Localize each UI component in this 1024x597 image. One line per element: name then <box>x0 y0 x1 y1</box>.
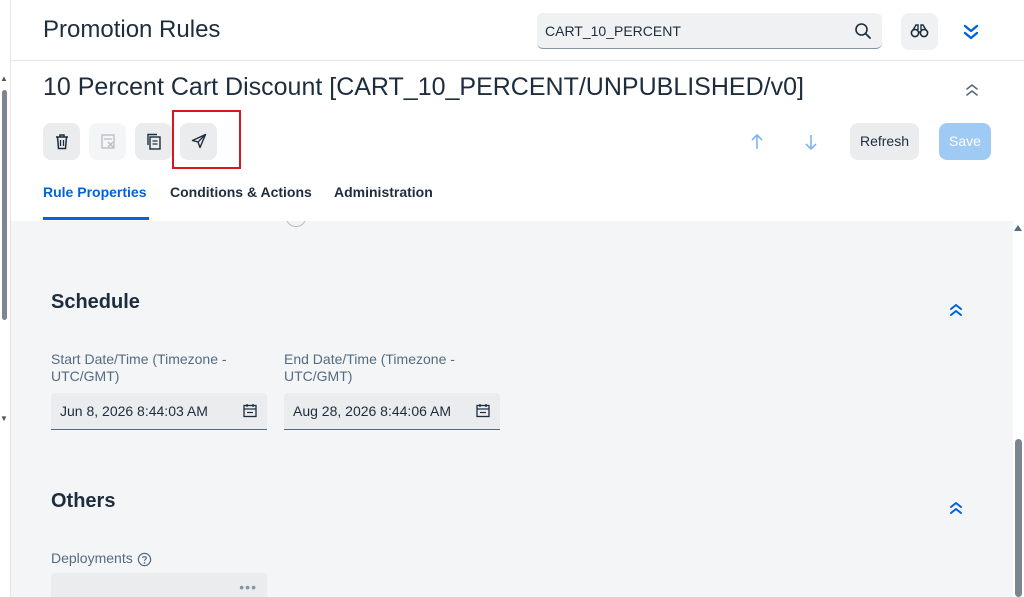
arrow-up-icon[interactable] <box>745 130 769 154</box>
left-scroll-down-icon[interactable]: ▼ <box>0 414 8 423</box>
collapse-header-icon[interactable] <box>962 80 982 100</box>
object-page-title: 10 Percent Cart Discount [CART_10_PERCEN… <box>43 73 804 101</box>
start-date-label: Start Date/Time (Timezone - UTC/GMT) <box>51 351 227 384</box>
discard-button[interactable] <box>89 123 126 160</box>
arrow-down-icon[interactable] <box>799 130 823 154</box>
more-icon[interactable]: ••• <box>239 579 257 595</box>
delete-button[interactable] <box>43 123 80 160</box>
end-date-label: End Date/Time (Timezone - UTC/GMT) <box>284 351 455 384</box>
end-date-input[interactable]: Aug 28, 2026 8:44:06 AM <box>284 393 500 430</box>
highlight-box <box>172 110 241 169</box>
scroll-up-icon[interactable] <box>1014 225 1022 231</box>
trash-icon <box>56 134 68 150</box>
end-date-value: Aug 28, 2026 8:44:06 AM <box>293 403 452 419</box>
left-pane-edge: ▲ ▼ <box>0 0 11 597</box>
content-scrollbar[interactable] <box>1013 221 1024 597</box>
start-date-value: Jun 8, 2026 8:44:03 AM <box>60 403 208 419</box>
search-icon[interactable] <box>854 22 872 40</box>
manage-search-button[interactable] <box>901 13 938 50</box>
tab-conditions-actions[interactable]: Conditions & Actions <box>170 184 312 200</box>
left-scroll-up-icon[interactable]: ▲ <box>0 74 8 83</box>
active-tab-indicator <box>43 217 149 220</box>
deployments-label: Deployments <box>51 550 251 567</box>
copy-button[interactable] <box>135 123 172 160</box>
save-button[interactable]: Save <box>939 123 991 160</box>
info-icon <box>286 221 306 227</box>
calendar-icon[interactable] <box>476 403 490 418</box>
content-scrollbar-thumb[interactable] <box>1015 439 1022 597</box>
schedule-section-title: Schedule <box>51 291 140 313</box>
search-input[interactable] <box>545 21 845 41</box>
others-section-title: Others <box>51 490 116 512</box>
deployments-field[interactable]: ••• <box>51 573 267 597</box>
start-date-input[interactable]: Jun 8, 2026 8:44:03 AM <box>51 393 267 430</box>
deployments-label-text: Deployments <box>51 550 133 566</box>
collapse-others-icon[interactable] <box>947 499 965 517</box>
help-icon[interactable] <box>137 552 152 567</box>
tab-rule-properties[interactable]: Rule Properties <box>43 184 146 200</box>
copy-icon <box>147 133 161 150</box>
app-title: Promotion Rules <box>43 16 221 43</box>
discard-icon <box>101 134 115 149</box>
shell-header: Promotion Rules <box>11 0 1024 61</box>
tab-administration[interactable]: Administration <box>334 184 433 200</box>
calendar-icon[interactable] <box>243 403 257 418</box>
left-scrollbar-thumb[interactable] <box>2 90 7 320</box>
binoculars-icon <box>910 24 929 38</box>
expand-header-icon[interactable] <box>961 20 981 44</box>
collapse-schedule-icon[interactable] <box>947 301 965 319</box>
content-area: Schedule Start Date/Time (Timezone - UTC… <box>11 221 1013 597</box>
search-field[interactable] <box>537 13 882 49</box>
refresh-button[interactable]: Refresh <box>850 123 919 160</box>
